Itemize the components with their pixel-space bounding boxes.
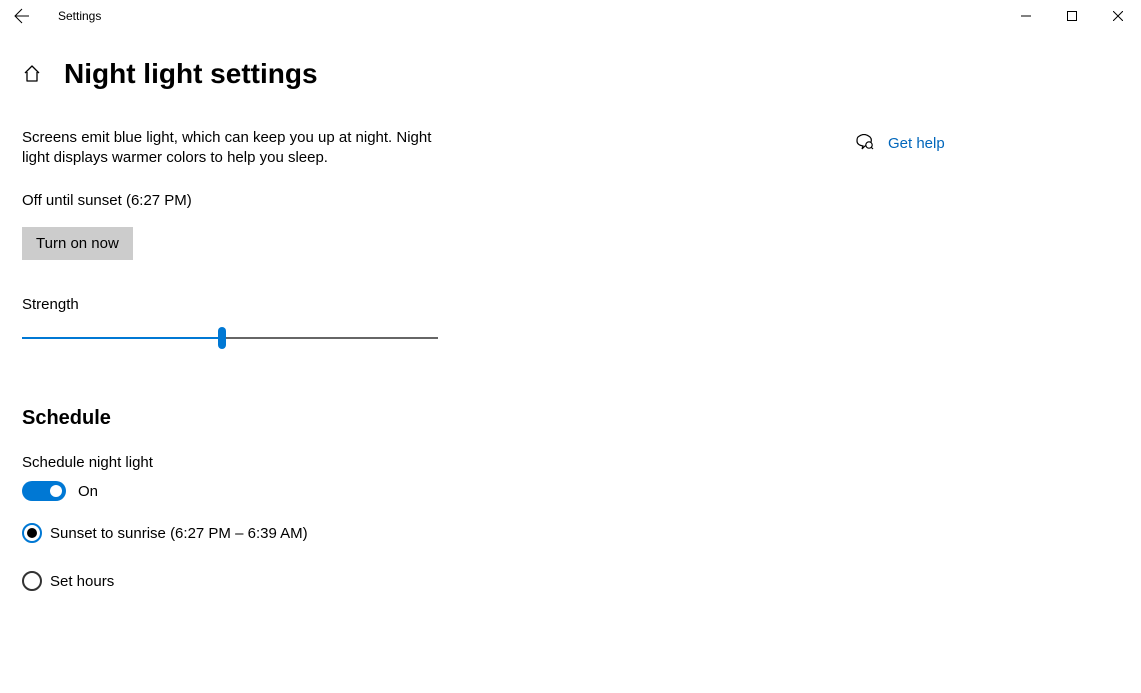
radio-dot xyxy=(27,528,37,538)
schedule-heading: Schedule xyxy=(22,407,560,430)
home-icon xyxy=(22,64,42,84)
maximize-icon xyxy=(1067,11,1077,21)
radio-label: Set hours xyxy=(50,573,114,590)
minimize-button[interactable] xyxy=(1003,0,1049,32)
arrow-left-icon xyxy=(14,8,30,24)
schedule-toggle[interactable] xyxy=(22,481,66,501)
radio-button-icon xyxy=(22,571,42,591)
close-icon xyxy=(1113,11,1123,21)
get-help-link[interactable]: Get help xyxy=(856,134,945,152)
page-title: Night light settings xyxy=(64,58,318,90)
schedule-toggle-label: Schedule night light xyxy=(22,454,560,471)
radio-sunset-to-sunrise[interactable]: Sunset to sunrise (6:27 PM – 6:39 AM) xyxy=(22,523,560,543)
side-panel: Get help xyxy=(856,90,945,152)
slider-fill xyxy=(22,337,222,339)
radio-button-icon xyxy=(22,523,42,543)
schedule-toggle-row: On xyxy=(22,481,560,501)
strength-slider[interactable] xyxy=(22,327,438,351)
help-link-text: Get help xyxy=(888,135,945,152)
minimize-icon xyxy=(1021,11,1031,21)
home-button[interactable] xyxy=(22,64,42,84)
radio-set-hours[interactable]: Set hours xyxy=(22,571,560,591)
help-icon xyxy=(856,134,874,152)
turn-on-now-button[interactable]: Turn on now xyxy=(22,227,133,260)
radio-label: Sunset to sunrise (6:27 PM – 6:39 AM) xyxy=(50,525,308,542)
toggle-knob xyxy=(50,485,62,497)
titlebar-left: Settings xyxy=(0,0,101,32)
description-text: Screens emit blue light, which can keep … xyxy=(22,128,462,168)
main-content: Screens emit blue light, which can keep … xyxy=(0,90,560,591)
back-button[interactable] xyxy=(0,0,44,32)
status-text: Off until sunset (6:27 PM) xyxy=(22,192,560,209)
maximize-button[interactable] xyxy=(1049,0,1095,32)
schedule-toggle-state: On xyxy=(78,483,98,500)
strength-label: Strength xyxy=(22,296,560,313)
titlebar: Settings xyxy=(0,0,1141,32)
slider-thumb[interactable] xyxy=(218,327,226,349)
window-controls xyxy=(1003,0,1141,32)
close-button[interactable] xyxy=(1095,0,1141,32)
page-header: Night light settings xyxy=(0,32,1141,90)
app-title: Settings xyxy=(58,9,101,23)
